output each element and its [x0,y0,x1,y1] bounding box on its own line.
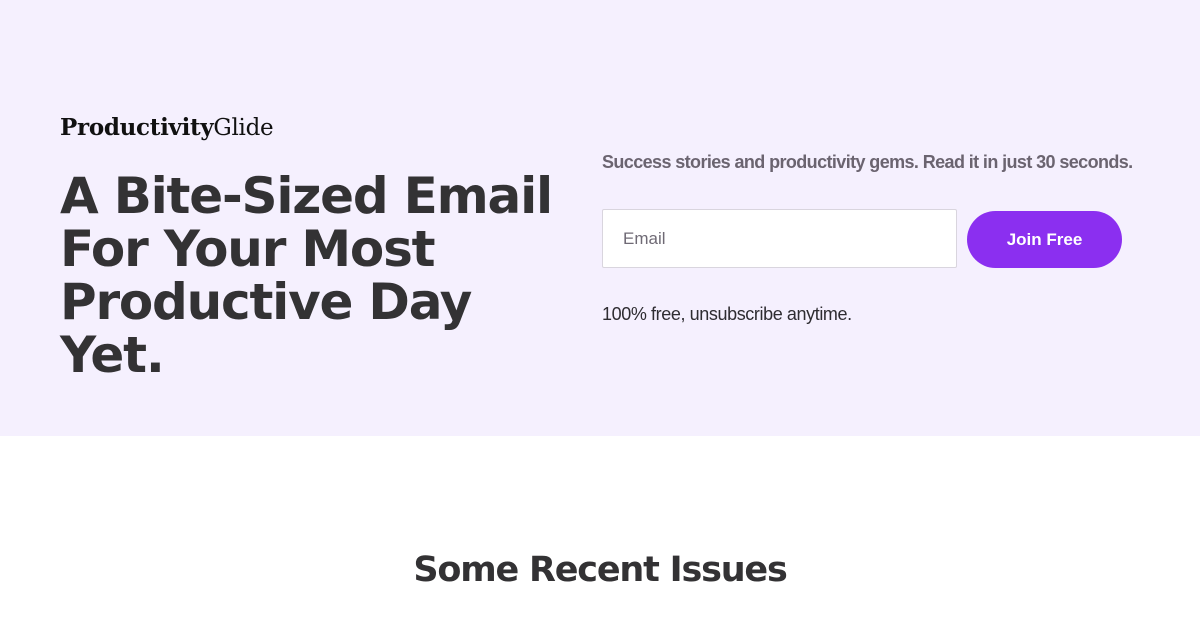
hero-headline: A Bite-Sized Email For Your Most Product… [60,170,580,382]
hero-section: ProductivityGlide A Bite-Sized Email For… [0,0,1200,436]
join-free-button[interactable]: Join Free [967,211,1122,268]
hero-tagline: Success stories and productivity gems. R… [602,152,1133,172]
headline-line: A Bite-Sized Email [60,167,553,225]
signup-fineprint: 100% free, unsubscribe anytime. [602,304,852,324]
headline-line: For Your Most [60,220,436,278]
brand-name-bold: Productivity [60,114,214,141]
email-input[interactable] [602,209,957,268]
brand-name-light: Glide [213,115,274,141]
headline-line: Productive Day Yet. [60,273,472,384]
recent-issues-title: Some Recent Issues [413,550,787,590]
brand-logo[interactable]: ProductivityGlide [60,114,274,141]
